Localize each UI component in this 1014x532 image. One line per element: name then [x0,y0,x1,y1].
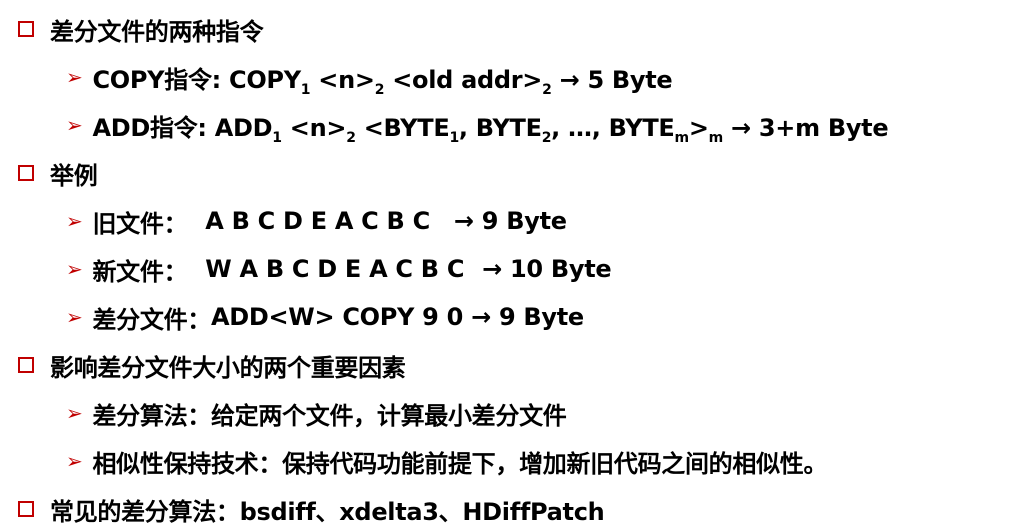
bullet-text: 常见的差分算法：bsdiff、xdelta3、HDiffPatch [50,497,605,526]
square-bullet-icon [18,21,34,37]
square-bullet-icon [18,165,34,181]
square-bullet-icon [18,501,34,517]
sub-bullet-algorithm: ➢ 差分算法：给定两个文件，计算最小差分文件 [66,392,567,434]
old-file-label: 旧文件： [92,209,188,238]
sub-bullet-add: ➢ ADD指令: ADD1 <n>2 <BYTE1, BYTE2, …, BYT… [66,104,889,146]
sub-bullet-new-file: ➢ 新文件： W A B C D E A C B C → 10 Byte [66,248,612,290]
sub-bullet-diff-file: ➢ 差分文件： ADD<W> COPY 9 0 → 9 Byte [66,296,584,338]
old-file-size: → 9 Byte [453,207,567,235]
bullet-text: 差分文件的两种指令 [50,17,264,46]
new-file-size: → 10 Byte [482,255,612,283]
arrow-bullet-icon: ➢ [66,65,83,89]
diff-file-label: 差分文件： [92,305,211,334]
arrow-bullet-icon: ➢ [66,401,83,425]
bullet-example: 举例 [18,152,98,194]
diff-file-value: ADD<W> COPY 9 0 → 9 Byte [210,303,584,331]
new-file-label: 新文件： [92,257,188,286]
arrow-bullet-icon: ➢ [66,305,83,329]
arrow-bullet-icon: ➢ [66,257,83,281]
bullet-text: 举例 [50,161,98,190]
sub-bullet-copy: ➢ COPY指令: COPY1 <n>2 <old addr>2 → 5 Byt… [66,56,673,98]
sub-bullet-similarity: ➢ 相似性保持技术：保持代码功能前提下，增加新旧代码之间的相似性。 [66,440,827,482]
bullet-factors: 影响差分文件大小的两个重要因素 [18,344,406,386]
arrow-bullet-icon: ➢ [66,209,83,233]
factor-text: 差分算法：给定两个文件，计算最小差分文件 [92,401,567,430]
sub-bullet-old-file: ➢ 旧文件： A B C D E A C B C → 9 Byte [66,200,567,242]
slide: 差分文件的两种指令 ➢ COPY指令: COPY1 <n>2 <old addr… [0,0,1014,532]
bullet-text: 影响差分文件大小的两个重要因素 [50,353,406,382]
old-file-value: A B C D E A C B C [205,207,430,235]
new-file-value: W A B C D E A C B C [205,255,465,283]
copy-text: COPY指令: COPY1 <n>2 <old addr>2 → 5 Byte [92,65,673,98]
arrow-bullet-icon: ➢ [66,449,83,473]
bullet-algorithms: 常见的差分算法：bsdiff、xdelta3、HDiffPatch [18,488,605,530]
square-bullet-icon [18,357,34,373]
add-text: ADD指令: ADD1 <n>2 <BYTE1, BYTE2, …, BYTEm… [92,113,889,146]
arrow-bullet-icon: ➢ [66,113,83,137]
factor-text: 相似性保持技术：保持代码功能前提下，增加新旧代码之间的相似性。 [92,449,828,478]
bullet-instructions: 差分文件的两种指令 [18,8,264,50]
